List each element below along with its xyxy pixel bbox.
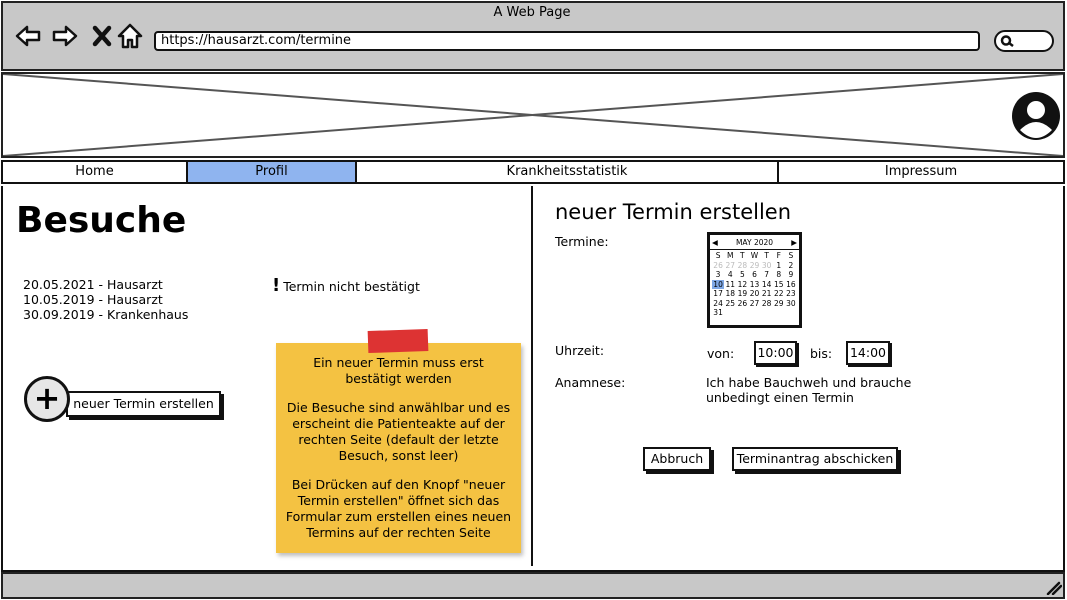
note-paragraph: Die Besuche sind anwählbar und es ersche…	[286, 400, 511, 463]
date-picker-calendar[interactable]: ◀ MAY 2020 ▶ S M T W T F S 26 27 28 29 30 1 2 3 4 5 6 7 8 9 1…	[707, 232, 802, 328]
tape-strip	[367, 328, 429, 354]
tab-impressum[interactable]: Impressum	[779, 162, 1063, 182]
calendar-day[interactable]: 12	[736, 280, 748, 290]
close-icon[interactable]	[89, 22, 117, 50]
warning-text: Termin nicht bestätigt	[283, 279, 420, 294]
prev-month-icon[interactable]: ◀	[712, 238, 718, 247]
sticky-note: Ein neuer Termin muss erst bestätigt wer…	[276, 343, 521, 553]
unconfirmed-warning: ! Termin nicht bestätigt	[272, 275, 420, 296]
search-icon	[1000, 35, 1014, 47]
visit-item[interactable]: 20.05.2021 - Hausarzt	[23, 277, 188, 292]
calendar-day[interactable]: 3	[712, 270, 724, 280]
calendar-day[interactable]: 20	[748, 289, 760, 299]
cancel-button[interactable]: Abbruch	[643, 447, 711, 471]
calendar-day[interactable]: 4	[724, 270, 736, 280]
new-appointment-button[interactable]: neuer Termin erstellen	[66, 391, 221, 417]
von-label: von:	[707, 346, 735, 361]
calendar-day[interactable]: 8	[773, 270, 785, 280]
user-avatar-icon[interactable]	[1010, 90, 1062, 142]
calendar-month: MAY 2020	[735, 237, 774, 247]
calendar-day[interactable]: 1	[773, 261, 785, 271]
calendar-day[interactable]: 14	[761, 280, 773, 290]
form-title: neuer Termin erstellen	[555, 200, 792, 224]
calendar-day[interactable]: 30	[785, 299, 797, 309]
address-bar[interactable]: https://hausarzt.com/termine	[154, 31, 980, 51]
search-box[interactable]	[994, 30, 1054, 52]
next-month-icon[interactable]: ▶	[791, 238, 797, 247]
calendar-day[interactable]: 26	[736, 299, 748, 309]
visits-list: 20.05.2021 - Hausarzt 10.05.2019 - Hausa…	[23, 277, 188, 322]
calendar-day[interactable]: 15	[773, 280, 785, 290]
uhrzeit-label: Uhrzeit:	[555, 343, 605, 358]
weekday-label: M	[726, 251, 734, 260]
weekday-label: S	[715, 251, 721, 260]
tab-home[interactable]: Home	[3, 162, 188, 182]
calendar-day[interactable]: 16	[785, 280, 797, 290]
resize-grip-icon[interactable]	[1046, 581, 1062, 595]
calendar-day[interactable]: 29	[748, 261, 760, 271]
anamnese-label: Anamnese:	[555, 375, 626, 390]
weekday-label: S	[788, 251, 794, 260]
calendar-day[interactable]: 11	[724, 280, 736, 290]
back-arrow-icon[interactable]	[14, 22, 42, 50]
weekday-label: T	[740, 251, 745, 260]
calendar-day[interactable]: 7	[761, 270, 773, 280]
status-bar	[1, 572, 1065, 599]
visit-item[interactable]: 10.05.2019 - Hausarzt	[23, 292, 188, 307]
submit-request-button[interactable]: Terminantrag abschicken	[732, 447, 898, 471]
calendar-day[interactable]: 17	[712, 289, 724, 299]
weekday-label: W	[750, 251, 759, 260]
calendar-day[interactable]: 27	[748, 299, 760, 309]
header-image-placeholder	[1, 72, 1065, 158]
calendar-day[interactable]: 2	[785, 261, 797, 271]
time-to-input[interactable]: 14:00	[846, 341, 890, 365]
time-from-input[interactable]: 10:00	[754, 341, 797, 365]
visits-heading: Besuche	[16, 200, 187, 241]
calendar-day[interactable]: 9	[785, 270, 797, 280]
placeholder-cross	[3, 74, 1063, 156]
termine-label: Termine:	[555, 234, 609, 249]
calendar-day[interactable]: 22	[773, 289, 785, 299]
note-paragraph: Bei Drücken auf den Knopf "neuer Termin …	[285, 477, 512, 540]
calendar-day[interactable]: 24	[712, 299, 724, 309]
plus-icon[interactable]: +	[24, 376, 70, 422]
weekday-label: T	[764, 251, 769, 260]
calendar-day[interactable]: 6	[748, 270, 760, 280]
calendar-day[interactable]: 30	[761, 261, 773, 271]
calendar-grid: S M T W T F S 26 27 28 29 30 1 2 3 4 5 6 7 8 9 10 11 12 13 14 15 16…	[710, 250, 799, 319]
weekday-label: F	[776, 251, 781, 260]
window-title: A Web Page	[493, 5, 571, 20]
home-icon[interactable]	[116, 22, 144, 50]
calendar-day[interactable]: 28	[761, 299, 773, 309]
visit-item[interactable]: 30.09.2019 - Krankenhaus	[23, 307, 188, 322]
calendar-day[interactable]: 31	[712, 308, 724, 318]
tab-profil[interactable]: Profil	[188, 162, 357, 182]
calendar-day[interactable]: 23	[785, 289, 797, 299]
calendar-day[interactable]: 26	[712, 261, 724, 271]
calendar-day[interactable]: 18	[724, 289, 736, 299]
calendar-day[interactable]: 21	[761, 289, 773, 299]
calendar-day[interactable]: 19	[736, 289, 748, 299]
calendar-day[interactable]: 5	[736, 270, 748, 280]
note-paragraph: Ein neuer Termin muss erst bestätigt wer…	[313, 355, 484, 386]
forward-arrow-icon[interactable]	[51, 22, 79, 50]
calendar-day[interactable]: 25	[724, 299, 736, 309]
warning-icon: !	[272, 275, 281, 296]
calendar-day[interactable]: 10	[712, 279, 725, 289]
calendar-day[interactable]: 28	[736, 261, 748, 271]
calendar-day[interactable]: 29	[773, 299, 785, 309]
calendar-day[interactable]: 27	[724, 261, 736, 271]
panel-divider	[531, 186, 533, 566]
main-navigation: Home Profil Krankheitsstatistik Impressu…	[1, 160, 1065, 184]
anamnese-textarea[interactable]: Ich habe Bauchweh und brauche unbedingt …	[706, 375, 916, 405]
calendar-day[interactable]: 13	[748, 280, 760, 290]
tab-krankheitsstatistik[interactable]: Krankheitsstatistik	[357, 162, 779, 182]
bis-label: bis:	[810, 346, 833, 361]
